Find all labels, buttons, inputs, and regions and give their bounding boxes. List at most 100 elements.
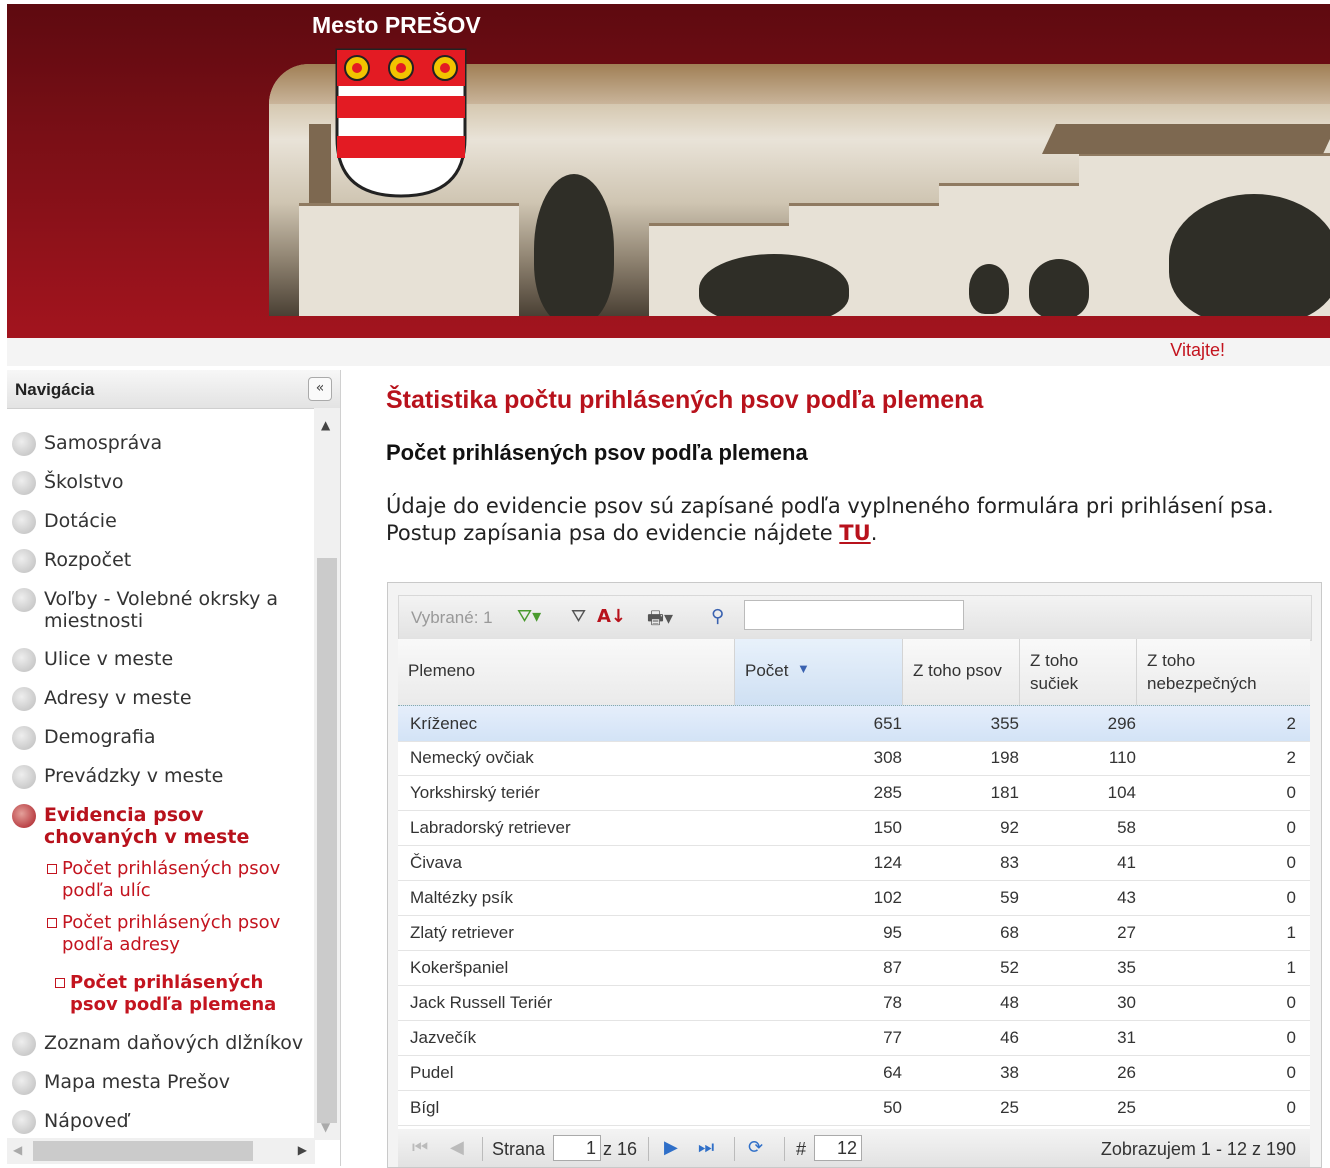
table-row[interactable]: Kokeršpaniel 87 52 35 1 (398, 950, 1310, 986)
cell-plemeno: Pudel (410, 1063, 454, 1082)
cell-pocet: 64 (883, 1063, 902, 1082)
section-title: Počet prihlásených psov podľa plemena (386, 440, 808, 465)
cell-nebezpecnych: 0 (1286, 1028, 1296, 1047)
cell-plemeno: Jack Russell Teriér (410, 993, 553, 1012)
cell-psov: 52 (1000, 958, 1019, 977)
column-header-suciek[interactable]: Z toho sučiek (1020, 639, 1137, 705)
table-row[interactable]: Jack Russell Teriér 78 48 30 0 (398, 985, 1310, 1021)
cell-plemeno: Maltézky psík (410, 888, 513, 907)
square-bullet-icon (47, 918, 57, 928)
table-row[interactable]: Nemecký ovčiak 308 198 110 2 (398, 740, 1310, 776)
coat-of-arms-icon (335, 48, 467, 198)
pager-summary: Zobrazujem 1 - 12 z 190 (1100, 1139, 1296, 1159)
cell-nebezpecnych: 1 (1286, 958, 1296, 977)
cell-pocet: 150 (873, 818, 902, 837)
cell-pocet: 87 (883, 958, 902, 977)
cell-suciek: 41 (1117, 853, 1136, 872)
cell-pocet: 78 (883, 993, 902, 1012)
scroll-down-icon[interactable]: ▼ (321, 1120, 330, 1134)
square-bullet-icon (55, 978, 65, 988)
bullet-icon (12, 588, 36, 612)
sort-desc-icon[interactable]: ▼ (797, 661, 810, 676)
cell-plemeno: Kokeršpaniel (410, 958, 509, 977)
column-header-pocet[interactable]: Počet ▼ (735, 639, 903, 705)
cell-pocet: 651 (873, 714, 902, 733)
page-count: z 16 (603, 1139, 638, 1159)
cell-psov: 92 (1000, 818, 1019, 837)
cell-psov: 48 (1000, 993, 1019, 1012)
first-page-icon[interactable]: ⏮ (412, 1137, 428, 1158)
page-size-label: # (796, 1139, 807, 1159)
scroll-left-icon[interactable]: ◀ (13, 1143, 22, 1157)
bullet-icon (12, 471, 36, 495)
bullet-icon (12, 765, 36, 789)
table-row[interactable]: Čivava 124 83 41 0 (398, 845, 1310, 881)
column-header-psov[interactable]: Z toho psov (903, 639, 1020, 705)
cell-pocet: 285 (873, 783, 902, 802)
cell-suciek: 31 (1117, 1028, 1136, 1047)
cell-nebezpecnych: 0 (1286, 853, 1296, 872)
table-row[interactable]: Yorkshirský teriér 285 181 104 0 (398, 775, 1310, 811)
cell-nebezpecnych: 0 (1286, 1063, 1296, 1082)
cell-plemeno: Labradorský retriever (410, 818, 571, 837)
cell-psov: 355 (990, 714, 1019, 733)
cell-suciek: 104 (1107, 783, 1136, 802)
next-page-icon[interactable]: ▶ (664, 1137, 678, 1158)
cell-pocet: 308 (873, 748, 902, 767)
cell-suciek: 26 (1117, 1063, 1136, 1082)
cell-pocet: 50 (883, 1098, 902, 1117)
cell-pocet: 77 (883, 1028, 902, 1047)
table-row[interactable]: Maltézky psík 102 59 43 0 (398, 880, 1310, 916)
cell-suciek: 25 (1117, 1098, 1136, 1117)
table-row[interactable]: Pudel 64 38 26 0 (398, 1055, 1310, 1091)
scroll-right-icon[interactable]: ▶ (298, 1143, 307, 1157)
cell-psov: 46 (1000, 1028, 1019, 1047)
bullet-icon (12, 687, 36, 711)
refresh-icon[interactable]: ⟳ (748, 1137, 763, 1158)
site-title[interactable]: Mesto PREŠOV (312, 12, 481, 39)
cell-plemeno: Čivava (410, 853, 462, 872)
bullet-icon (12, 1071, 36, 1095)
navigation-header: Navigácia « (7, 370, 340, 409)
bullet-icon (12, 549, 36, 573)
cell-nebezpecnych: 0 (1286, 888, 1296, 907)
table-row[interactable]: Labradorský retriever 150 92 58 0 (398, 810, 1310, 846)
cell-suciek: 110 (1108, 748, 1136, 767)
cell-psov: 38 (1000, 1063, 1019, 1082)
page-title: Štatistika počtu prihlásených psov podľa… (386, 386, 984, 414)
bullet-icon (12, 510, 36, 534)
search-input[interactable] (744, 600, 964, 630)
header-banner: Mesto PREŠOV (7, 4, 1330, 338)
vertical-scrollbar[interactable]: ▲ ▼ (314, 408, 340, 1140)
data-grid: Vybrané: 1 ⛛▾ ⛛ A↓ 🖶▾ ⚲ Plemeno Počet ▼ Z… (387, 582, 1322, 1168)
table-row[interactable]: Jazvečík 77 46 31 0 (398, 1020, 1310, 1056)
cell-suciek: 296 (1107, 714, 1136, 733)
tu-link[interactable]: TU (839, 521, 870, 545)
cell-suciek: 58 (1117, 818, 1136, 837)
vertical-scroll-thumb[interactable] (317, 558, 337, 1123)
double-chevron-left-icon[interactable]: « (308, 377, 332, 401)
scroll-up-icon[interactable]: ▲ (321, 418, 330, 432)
print-icon[interactable]: 🖶▾ (647, 606, 673, 636)
column-header-nebezpecnych[interactable]: Z toho nebezpečných (1137, 639, 1310, 705)
page-label: Strana (492, 1139, 546, 1159)
page-input[interactable]: 1 (553, 1135, 601, 1161)
clear-filter-icon[interactable]: ⛛ (571, 606, 586, 627)
cell-suciek: 30 (1117, 993, 1136, 1012)
last-page-icon[interactable]: ⏭ (698, 1137, 714, 1158)
table-row[interactable]: Bígl 50 25 25 0 (398, 1090, 1310, 1126)
table-row[interactable]: Zlatý retriever 95 68 27 1 (398, 915, 1310, 951)
page-size-input[interactable]: 12 (814, 1135, 862, 1161)
table-row[interactable]: Kríženec 651 355 296 2 (398, 705, 1310, 742)
horizontal-scrollbar[interactable]: ◀ ▶ (7, 1138, 315, 1164)
horizontal-scroll-thumb[interactable] (33, 1141, 253, 1161)
column-header-plemeno[interactable]: Plemeno (398, 639, 735, 705)
prev-page-icon[interactable]: ◀ (450, 1137, 464, 1158)
add-filter-icon[interactable]: ⛛▾ (517, 606, 541, 627)
grid-table: Plemeno Počet ▼ Z toho psov Z toho sučiek… (398, 639, 1310, 1129)
description: Údaje do evidencie psov sú zapísané podľ… (386, 494, 1274, 545)
cell-psov: 25 (1000, 1098, 1019, 1117)
sort-az-icon[interactable]: A↓ (597, 606, 626, 627)
grid-pager: ⏮ ◀ Strana 1 z 16 ▶ ⏭ ⟳ # 12 Zobrazujem … (398, 1131, 1310, 1167)
search-icon[interactable]: ⚲ (711, 606, 724, 627)
